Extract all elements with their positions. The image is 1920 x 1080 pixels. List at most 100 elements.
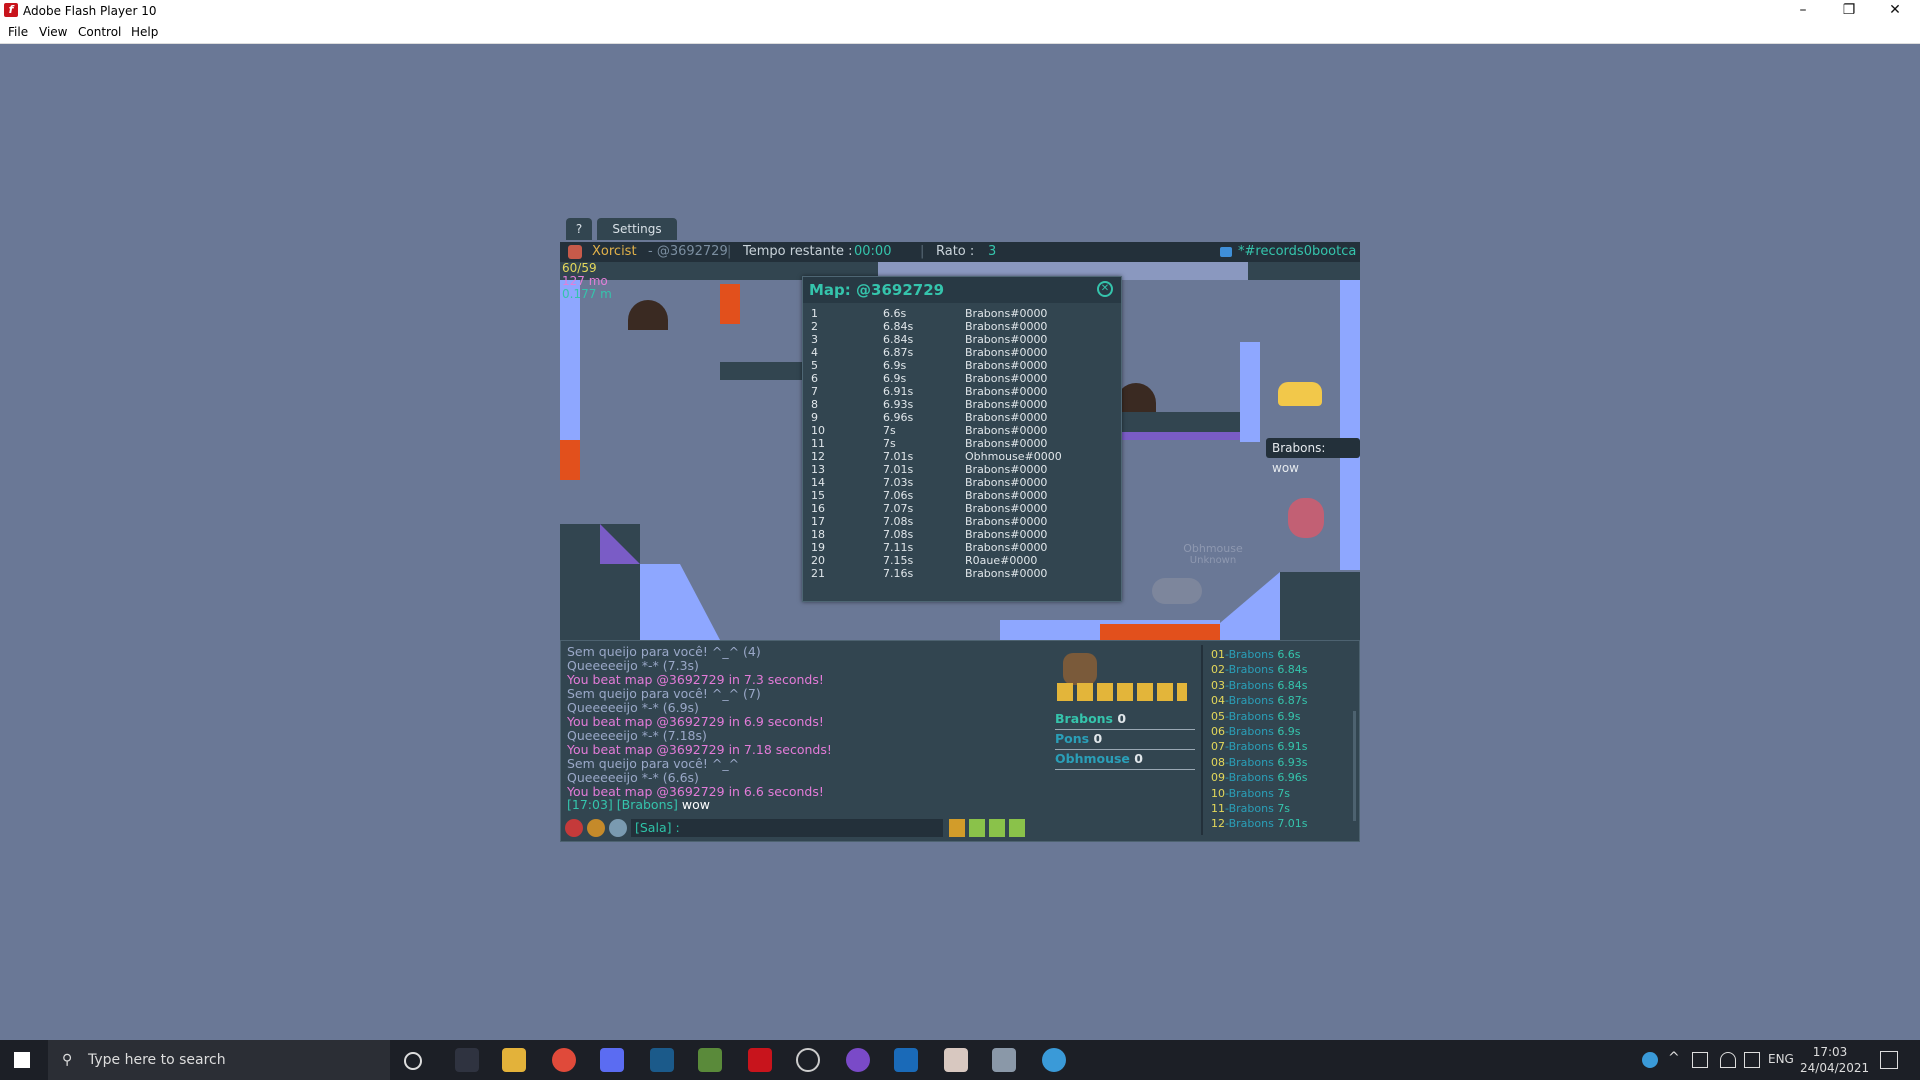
time-label: Tempo restante : (743, 244, 853, 259)
menu-control[interactable]: Control (78, 25, 121, 39)
record-time: 6.91s (883, 385, 914, 398)
windows-start-icon[interactable] (14, 1052, 30, 1068)
cortana-icon[interactable] (404, 1052, 422, 1070)
record-pos: 8 (811, 398, 818, 411)
app-icon[interactable] (846, 1048, 870, 1072)
shield-icon[interactable] (587, 819, 605, 837)
volume-icon[interactable] (1744, 1052, 1760, 1068)
right-wall (1340, 280, 1360, 570)
leaderboard-row: 07-Brabons 6.91s (1211, 740, 1308, 754)
mouse-hole-right (1116, 383, 1156, 413)
record-row: 21 7.16s Brabons#0000 (811, 567, 1111, 580)
record-time: 6.9s (883, 372, 907, 385)
record-pos: 11 (811, 437, 825, 450)
record-time: 6.84s (883, 333, 914, 346)
record-row: 9 6.96s Brabons#0000 (811, 411, 1111, 424)
record-pos: 5 (811, 359, 818, 372)
settings-tab[interactable]: Settings (597, 218, 677, 240)
chat-bubble: Brabons: wow (1266, 438, 1360, 475)
item-icons (1053, 645, 1193, 703)
menu-help[interactable]: Help (131, 25, 158, 39)
record-name: Brabons#0000 (965, 346, 1048, 359)
chat-log: Sem queijo para você! ^_^ (4) Queeeeeijo … (567, 645, 1067, 799)
app-icon[interactable] (944, 1048, 968, 1072)
chevron-up-icon[interactable]: ^ (1668, 1050, 1680, 1066)
arrow-down-icon[interactable] (989, 819, 1005, 837)
left-wall (560, 280, 580, 440)
record-time: 7.01s (883, 450, 914, 463)
tray-icon[interactable] (1692, 1052, 1708, 1068)
record-row: 13 7.01s Brabons#0000 (811, 463, 1111, 476)
player-name: Xorcist (592, 244, 637, 259)
minus-icon[interactable] (969, 819, 985, 837)
record-name: Brabons#0000 (965, 541, 1048, 554)
minimize-button[interactable]: – (1780, 0, 1826, 22)
record-name: Brabons#0000 (965, 359, 1048, 372)
record-pos: 18 (811, 528, 825, 541)
close-window-button[interactable]: ✕ (1872, 0, 1918, 22)
record-row: 5 6.9s Brabons#0000 (811, 359, 1111, 372)
vegas-icon[interactable] (894, 1048, 918, 1072)
menu-file[interactable]: File (8, 25, 28, 39)
record-name: Brabons#0000 (965, 476, 1048, 489)
left-slope (600, 524, 720, 640)
plus-icon[interactable] (949, 819, 965, 837)
game-canvas[interactable]: ? Settings Xorcist - @3692729 | Tempo re… (560, 218, 1360, 842)
menu-bar: File View Control Help (0, 22, 1920, 44)
record-row: 7 6.91s Brabons#0000 (811, 385, 1111, 398)
discord-icon[interactable] (600, 1048, 624, 1072)
scrollbar[interactable] (1353, 711, 1356, 821)
lava-left (560, 440, 580, 480)
clock[interactable]: 17:03 24/04/2021 (1800, 1044, 1869, 1076)
record-name: Brabons#0000 (965, 463, 1048, 476)
crown-icon[interactable] (609, 819, 627, 837)
minecraft-icon[interactable] (698, 1048, 722, 1072)
chat-input[interactable]: [Sala] : (631, 819, 943, 837)
record-name: R0aue#0000 (965, 554, 1038, 567)
record-time: 6.87s (883, 346, 914, 359)
leaderboard-row: 12-Brabons 7.01s (1211, 817, 1308, 831)
search-box[interactable]: ⚲ Type here to search (48, 1040, 390, 1080)
close-icon[interactable]: ✕ (1097, 281, 1113, 297)
mouse-hole-left (628, 300, 668, 330)
record-row: 16 7.07s Brabons#0000 (811, 502, 1111, 515)
file-explorer-icon[interactable] (502, 1048, 526, 1072)
leaderboard-row: 05-Brabons 6.9s (1211, 709, 1301, 723)
record-pos: 2 (811, 320, 818, 333)
record-row: 8 6.93s Brabons#0000 (811, 398, 1111, 411)
menu-icons[interactable] (1057, 683, 1187, 701)
notification-icon[interactable] (1880, 1051, 1898, 1069)
record-time: 6.9s (883, 359, 907, 372)
help-icon[interactable] (1642, 1052, 1658, 1068)
window-title: Adobe Flash Player 10 (23, 4, 157, 18)
flash-player-icon[interactable] (748, 1048, 772, 1072)
restore-button[interactable]: ❐ (1826, 0, 1872, 22)
heart-icon[interactable] (565, 819, 583, 837)
record-row: 2 6.84s Brabons#0000 (811, 320, 1111, 333)
steam-icon[interactable] (650, 1048, 674, 1072)
ghost-mouse-label: Obhmouse Unknown (1183, 542, 1243, 566)
menu-view[interactable]: View (39, 25, 67, 39)
task-view-icon[interactable] (455, 1048, 479, 1072)
leaderboard-row: 06-Brabons 6.9s (1211, 725, 1301, 738)
map-scene[interactable]: Obhmouse Unknown Brabons: wow 60/59 127 … (560, 262, 1360, 640)
leaderboard-row: 01-Brabons 6.6s (1211, 648, 1301, 661)
time-value: 00:00 (854, 244, 892, 259)
ledge-mid (720, 362, 810, 380)
record-name: Brabons#0000 (965, 398, 1048, 411)
wifi-icon[interactable] (1720, 1052, 1736, 1068)
record-time: 7.07s (883, 502, 914, 515)
record-name: Brabons#0000 (965, 528, 1048, 541)
arrow-up-icon[interactable] (1009, 819, 1025, 837)
map-records-window: Map: @3692729 ✕ 1 6.6s Brabons#0000 2 6.84s B… (802, 276, 1122, 602)
language-indicator[interactable]: ENG (1768, 1052, 1794, 1066)
help-tab[interactable]: ? (566, 218, 592, 240)
app-icon[interactable] (992, 1048, 1016, 1072)
app-icon[interactable] (1042, 1048, 1066, 1072)
room-name[interactable]: *#records0bootca (1238, 242, 1356, 262)
chrome-icon[interactable] (552, 1048, 576, 1072)
record-pos: 10 (811, 424, 825, 437)
record-pos: 15 (811, 489, 825, 502)
obs-icon[interactable] (796, 1048, 820, 1072)
perf-stats: 60/59 127 mo 0.177 m (562, 262, 612, 301)
